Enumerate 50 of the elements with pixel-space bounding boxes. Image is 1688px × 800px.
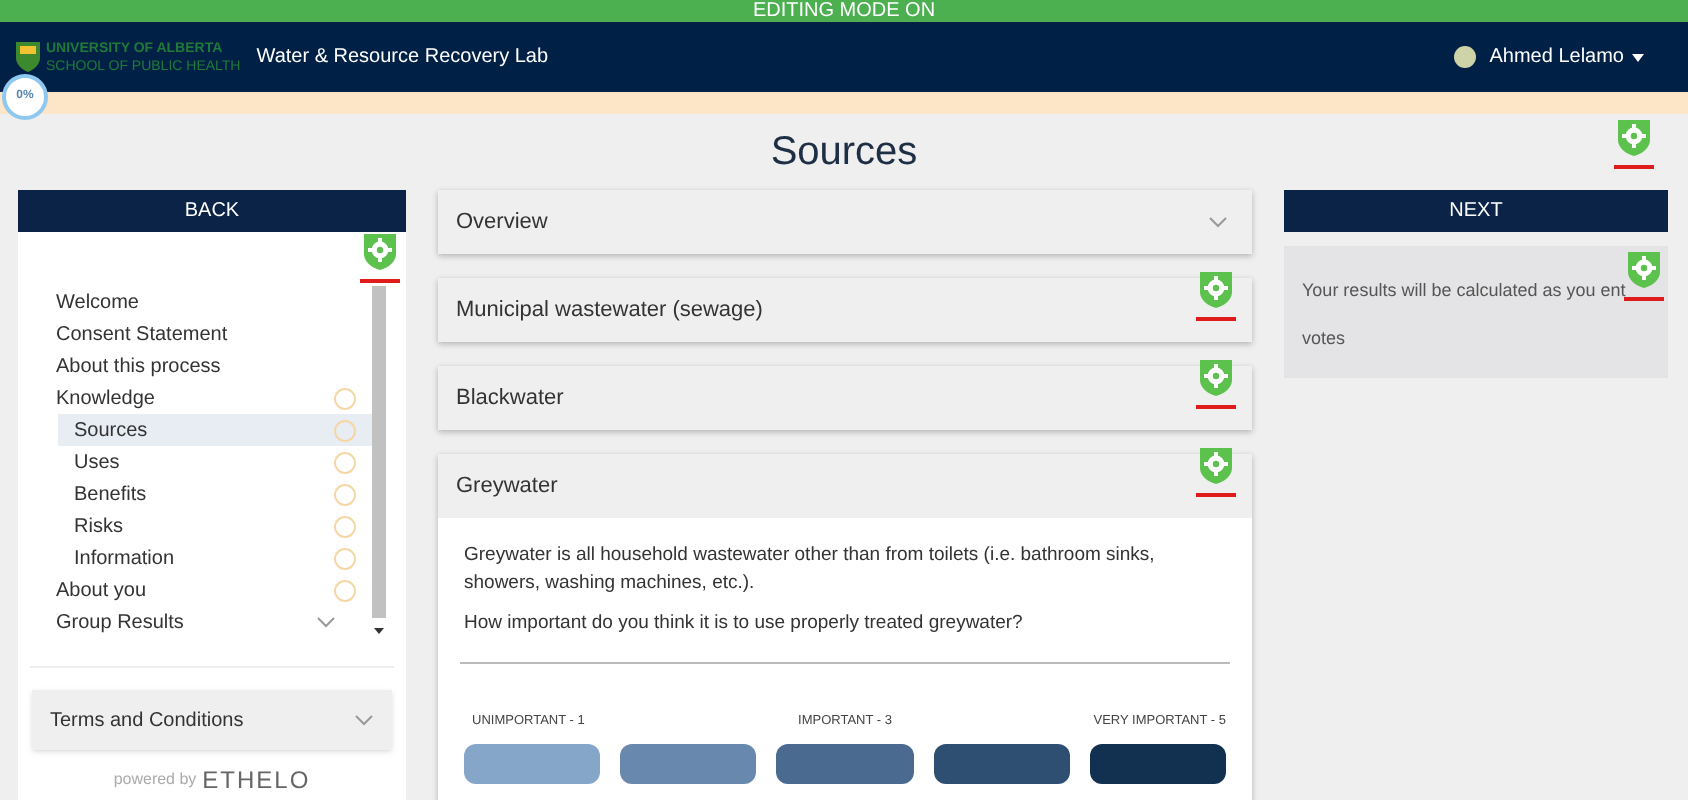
nav-item[interactable]: Knowledge: [18, 382, 372, 414]
nav-item[interactable]: Sources: [58, 414, 372, 446]
nav-item[interactable]: Consent Statement: [18, 318, 372, 350]
nav-item[interactable]: About this process: [18, 350, 372, 382]
scrollbar[interactable]: [372, 286, 386, 618]
rating-option[interactable]: [933, 744, 1070, 785]
gear-icon[interactable]: [1198, 446, 1234, 486]
chevron-icon: [316, 616, 336, 628]
shield-logo-icon: [16, 42, 40, 72]
brand-logo: ETHELO: [202, 764, 311, 798]
gear-icon[interactable]: [1626, 250, 1662, 290]
caret-icon: [1632, 53, 1644, 61]
editing-banner: EDITING MODE ON: [0, 0, 1688, 22]
rating-option[interactable]: [1089, 744, 1226, 785]
underline-mark: [1194, 404, 1238, 410]
nav-item[interactable]: Risks: [58, 510, 372, 542]
nav-item[interactable]: Group Results: [18, 606, 372, 638]
underline-mark: [1612, 164, 1656, 170]
note-text: Your results will be calculated as you ent: [1302, 280, 1626, 300]
gear-icon[interactable]: [362, 232, 398, 272]
chevron-icon: [1208, 216, 1228, 228]
scroll-down-icon[interactable]: [372, 626, 386, 638]
description-text: Greywater is all household wastewater other than from toilets (i.e. bathroom sinks, showers, washing machines, etc.).: [464, 542, 1157, 598]
nav-item[interactable]: Benefits: [58, 478, 372, 510]
next-button[interactable]: NEXT: [1284, 190, 1668, 232]
accordion-title[interactable]: Municipal wastewater (sewage): [456, 293, 763, 327]
underline-mark: [1194, 316, 1238, 322]
accordion-title[interactable]: Blackwater: [456, 381, 564, 415]
user-menu[interactable]: Ahmed Lelamo: [1489, 42, 1644, 72]
terms-accordion[interactable]: Terms and Conditions: [32, 690, 392, 750]
accordion-title[interactable]: Overview: [456, 205, 548, 239]
nav-item[interactable]: Welcome: [18, 286, 372, 318]
powered-by-text: powered by: [113, 768, 197, 792]
gear-icon[interactable]: [1616, 118, 1652, 158]
accordion-title[interactable]: Greywater: [456, 469, 558, 503]
nav-item[interactable]: Uses: [58, 446, 372, 478]
back-button[interactable]: BACK: [18, 190, 406, 232]
project-name: Water & Resource Recovery Lab: [256, 44, 549, 72]
gear-icon[interactable]: [1198, 270, 1234, 310]
underline-mark: [1622, 296, 1666, 302]
underline-mark: [358, 278, 402, 284]
underline-mark: [1194, 492, 1238, 498]
avatar-icon: [1453, 46, 1476, 68]
gear-icon[interactable]: [1198, 358, 1234, 398]
note-text: votes: [1302, 328, 1346, 348]
nav-item[interactable]: About you: [18, 574, 372, 606]
page-title: Sources: [770, 128, 918, 178]
chevron-icon: [354, 714, 374, 726]
question-text: How important do you think it is to use properly treated greywater?: [464, 610, 1025, 638]
nav-item[interactable]: Information: [58, 542, 372, 574]
